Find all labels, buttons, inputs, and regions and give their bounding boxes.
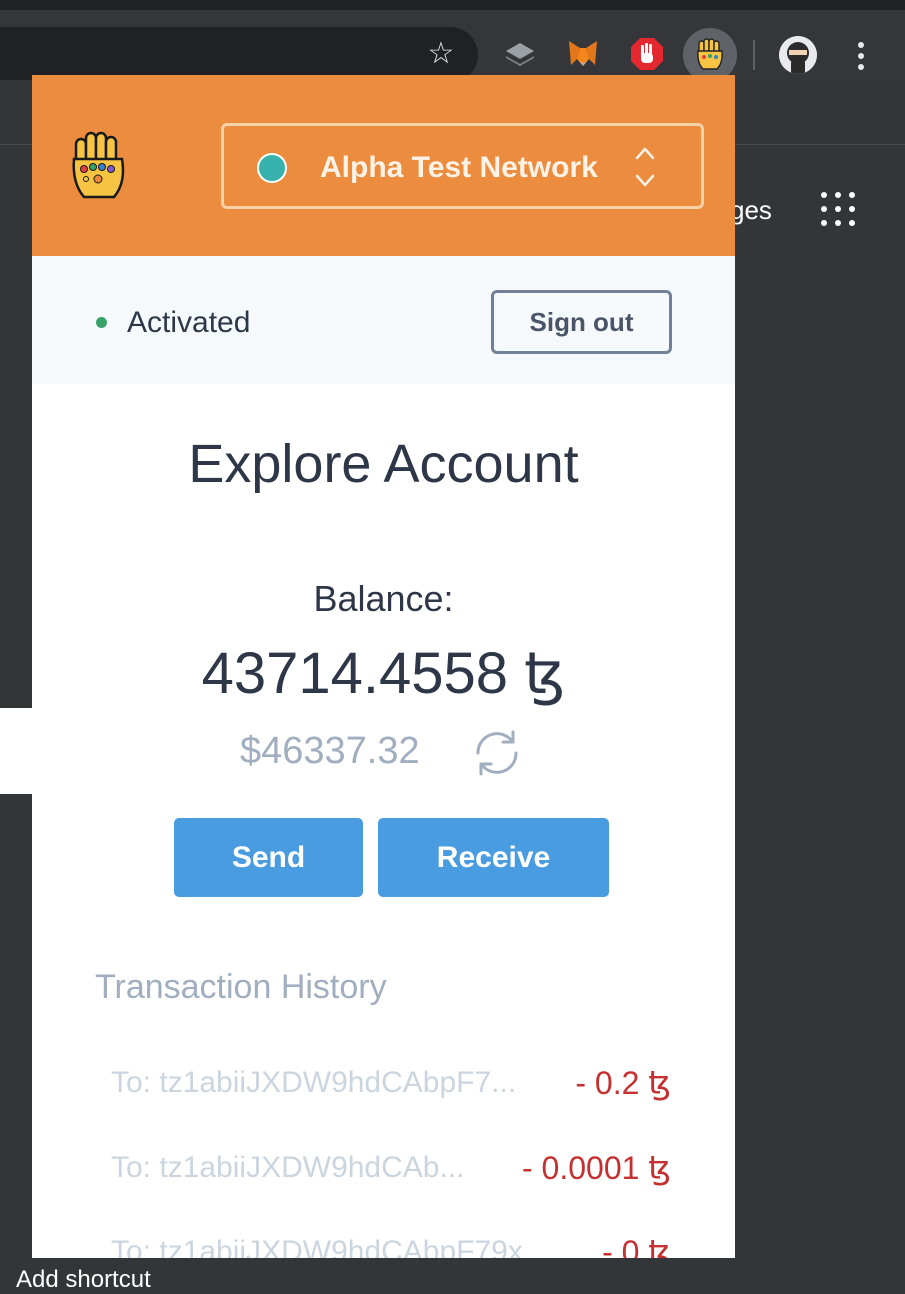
extension-popup: Alpha Test Network Activated Sign out Ex…	[32, 75, 735, 1258]
background-link-text[interactable]: ges	[730, 194, 772, 226]
fiat-row: $46337.32	[240, 727, 540, 777]
network-status-dot	[257, 153, 287, 183]
transaction-item[interactable]: To: tz1abiiJXDW9hdCAb... - 0.0001 ꜩ	[32, 1148, 735, 1192]
transaction-amount: - 0.0001 ꜩ	[521, 1150, 671, 1186]
transaction-amount: - 0.2 ꜩ	[575, 1065, 671, 1101]
apps-grid-icon[interactable]	[821, 192, 855, 226]
sign-out-button[interactable]: Sign out	[491, 290, 672, 354]
star-icon[interactable]: ☆	[423, 36, 459, 72]
window-top-strip	[0, 0, 905, 10]
more-vert-icon[interactable]	[848, 38, 874, 74]
refresh-icon[interactable]	[468, 727, 526, 779]
layers-extension-icon[interactable]	[500, 34, 540, 74]
chevron-up-down-icon	[634, 144, 656, 190]
transaction-recipient: To: tz1abiiJXDW9hdCAbpF7...	[111, 1066, 517, 1099]
transaction-history-title: Transaction History	[95, 968, 387, 1006]
popup-header: Alpha Test Network	[32, 75, 735, 256]
transaction-item[interactable]: To: tz1abiiJXDW9hdCAbpF7... - 0.2 ꜩ	[32, 1063, 735, 1107]
transaction-recipient: To: tz1abiiJXDW9hdCAb...	[111, 1151, 465, 1184]
background-panel	[0, 708, 32, 794]
gauntlet-logo-icon	[70, 129, 128, 203]
status-bar: Activated Sign out	[32, 256, 735, 384]
background-bottom-text[interactable]: Add shortcut	[16, 1266, 151, 1294]
browser-toolbar: ☆	[0, 10, 905, 83]
transaction-item[interactable]: To: tz1abiiJXDW9hdCAbpF79x... - 0 ꜩ	[32, 1232, 735, 1258]
adblock-hand-icon[interactable]	[627, 34, 667, 74]
fiat-value: $46337.32	[240, 730, 420, 772]
send-button[interactable]: Send	[174, 818, 363, 897]
balance-label: Balance:	[313, 578, 454, 619]
status-label: Activated	[127, 306, 251, 339]
network-selector[interactable]: Alpha Test Network	[221, 123, 704, 209]
metamask-fox-icon[interactable]	[563, 34, 603, 74]
ninja-avatar-icon[interactable]	[779, 36, 817, 74]
toolbar-separator	[753, 40, 755, 70]
transaction-amount: - 0 ꜩ	[602, 1234, 671, 1258]
gauntlet-extension-icon[interactable]	[683, 28, 737, 82]
activated-status-dot	[96, 317, 107, 328]
page-title: Explore Account	[188, 434, 579, 494]
network-label: Alpha Test Network	[320, 151, 598, 184]
transaction-recipient: To: tz1abiiJXDW9hdCAbpF79x...	[111, 1235, 548, 1258]
balance-value: 43714.4558 ꜩ	[201, 641, 566, 706]
receive-button[interactable]: Receive	[378, 818, 609, 897]
